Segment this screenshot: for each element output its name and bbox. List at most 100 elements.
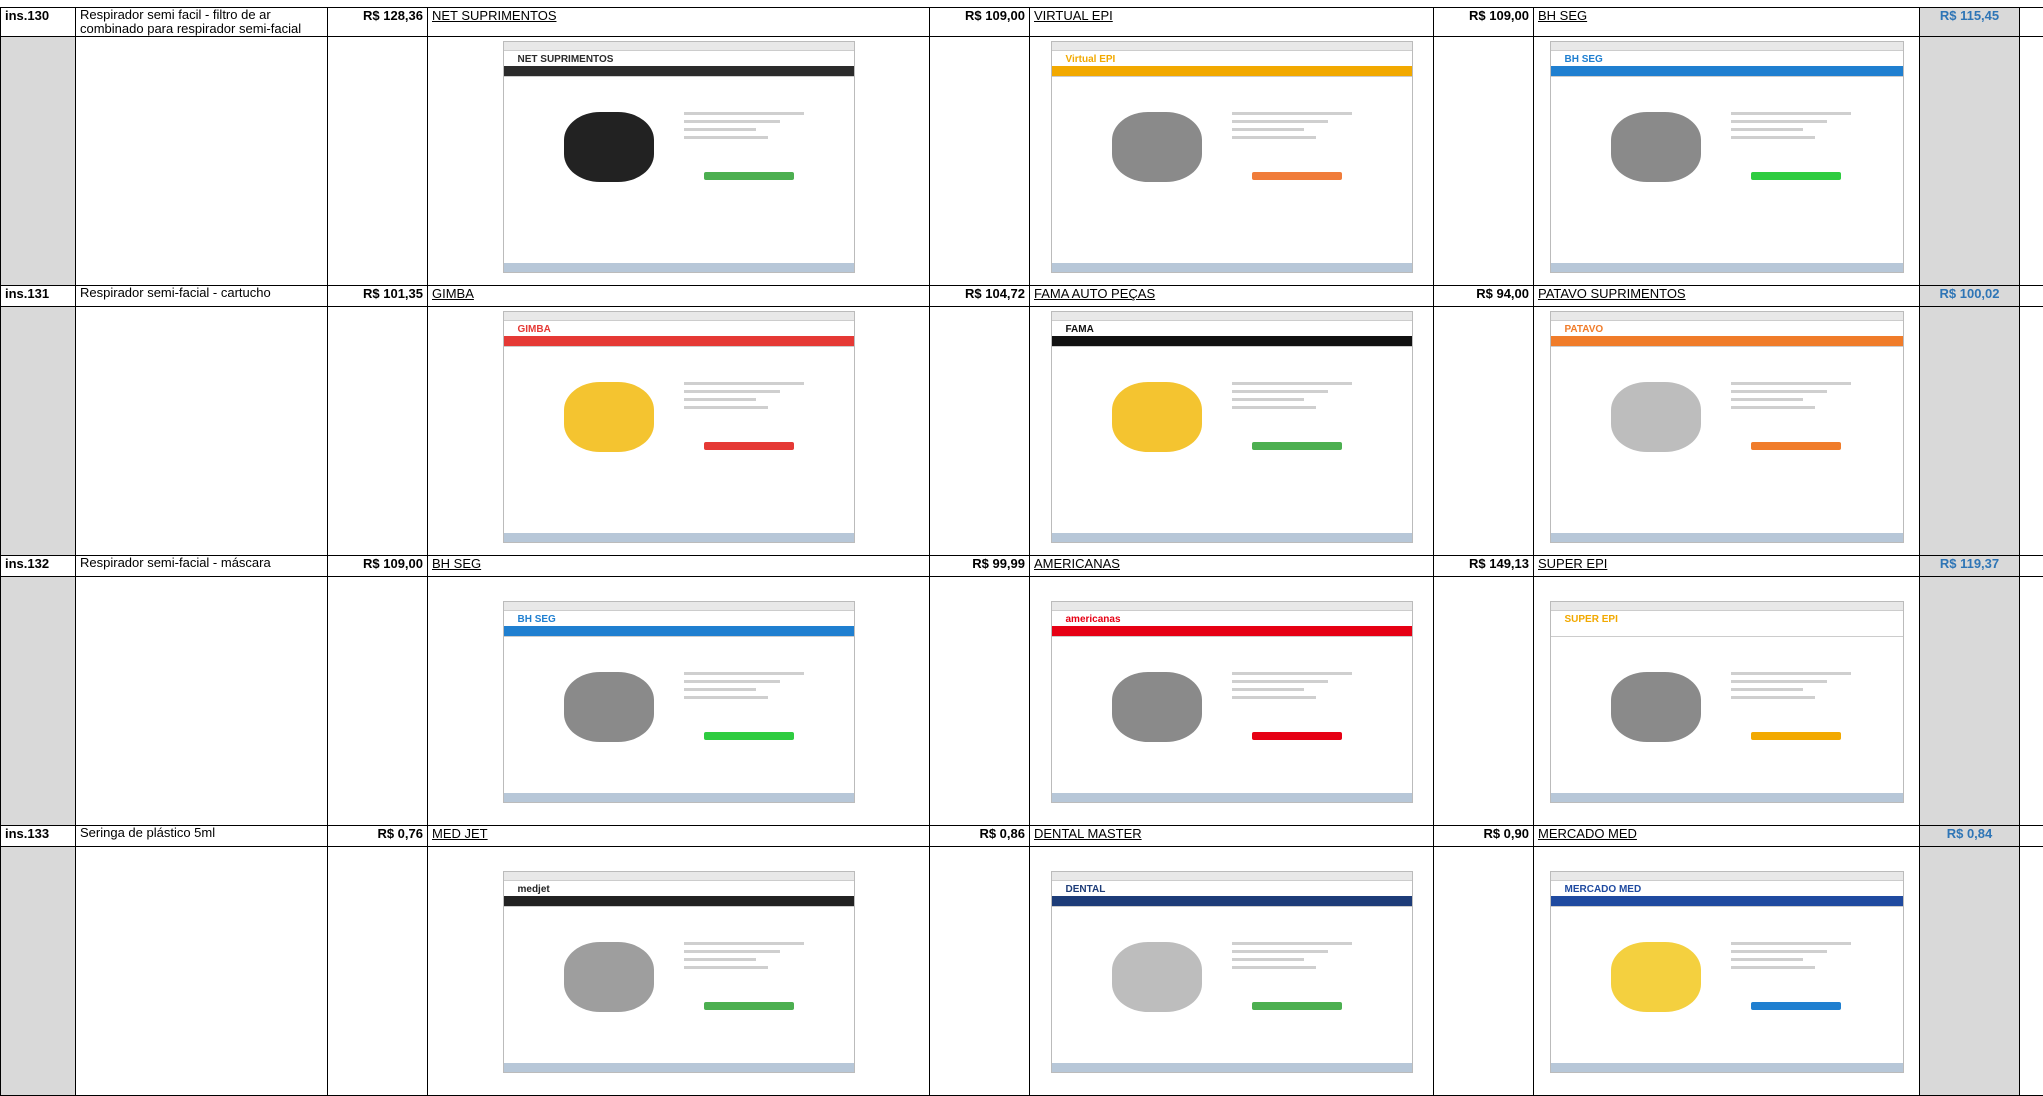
site-logo: Virtual EPI bbox=[1066, 54, 1116, 65]
site-nav-bar bbox=[504, 336, 854, 347]
website-screenshot: Virtual EPI bbox=[1051, 41, 1413, 273]
item-screenshot-row: BH SEG americanas SUPER EPI bbox=[1, 577, 2043, 826]
browser-tab-bar bbox=[1052, 602, 1412, 611]
item-description: Seringa de plástico 5ml bbox=[76, 826, 328, 847]
product-details bbox=[1731, 382, 1851, 414]
average-cell-blank bbox=[1920, 847, 2020, 1096]
unit-cell-blank bbox=[2020, 577, 2043, 826]
quote-price-2: R$ 99,99 bbox=[930, 556, 1030, 577]
site-nav-bar bbox=[1052, 896, 1412, 907]
item-header-row: ins.131Respirador semi-facial - cartucho… bbox=[1, 286, 2043, 307]
site-nav-bar bbox=[1052, 626, 1412, 637]
description-cell-blank bbox=[76, 307, 328, 556]
website-screenshot: americanas bbox=[1051, 601, 1413, 803]
taskbar bbox=[1052, 263, 1412, 272]
site-logo: medjet bbox=[518, 884, 550, 895]
buy-button bbox=[704, 732, 794, 740]
site-logo: FAMA bbox=[1066, 324, 1094, 335]
buy-button bbox=[1751, 172, 1841, 180]
quote-supplier-1: GIMBA bbox=[428, 286, 930, 307]
buy-button bbox=[1252, 732, 1342, 740]
site-logo: DENTAL bbox=[1066, 884, 1106, 895]
buy-button bbox=[1252, 1002, 1342, 1010]
buy-button bbox=[1252, 442, 1342, 450]
website-screenshot: FAMA bbox=[1051, 311, 1413, 543]
code-cell-blank bbox=[1, 37, 76, 286]
description-cell-blank bbox=[76, 37, 328, 286]
average-cell-blank bbox=[1920, 37, 2020, 286]
quote-price-2: R$ 0,86 bbox=[930, 826, 1030, 847]
quote-price-3: R$ 94,00 bbox=[1434, 286, 1534, 307]
buy-button bbox=[704, 1002, 794, 1010]
buy-button bbox=[704, 172, 794, 180]
website-screenshot: PATAVO bbox=[1550, 311, 1904, 543]
product-image bbox=[564, 942, 654, 1012]
site-nav-bar bbox=[504, 66, 854, 77]
product-image bbox=[564, 112, 654, 182]
browser-tab-bar bbox=[1551, 312, 1903, 321]
quote-supplier-1: BH SEG bbox=[428, 556, 930, 577]
supplier-screenshot-cell: PATAVO bbox=[1534, 307, 1920, 556]
product-image bbox=[1112, 382, 1202, 452]
product-image bbox=[564, 382, 654, 452]
site-nav-bar bbox=[1551, 336, 1903, 347]
quote-price-1: R$ 101,35 bbox=[328, 286, 428, 307]
supplier-screenshot-cell: SUPER EPI bbox=[1534, 577, 1920, 826]
taskbar bbox=[1052, 1063, 1412, 1072]
browser-tab-bar bbox=[1052, 42, 1412, 51]
quote-price-1: R$ 0,76 bbox=[328, 826, 428, 847]
site-nav-bar bbox=[1551, 896, 1903, 907]
buy-button bbox=[704, 442, 794, 450]
quote-price-1: R$ 128,36 bbox=[328, 8, 428, 37]
unit-cell-blank bbox=[2020, 307, 2043, 556]
product-details bbox=[1232, 942, 1352, 974]
code-cell-blank bbox=[1, 577, 76, 826]
supplier-screenshot-cell: NET SUPRIMENTOS bbox=[428, 37, 930, 286]
supplier-screenshot-cell: DENTAL bbox=[1030, 847, 1434, 1096]
site-nav-bar bbox=[1052, 66, 1412, 77]
item-code: ins.132 bbox=[1, 556, 76, 577]
price-cell-blank bbox=[328, 847, 428, 1096]
product-details bbox=[684, 672, 804, 704]
price-cell-blank bbox=[1434, 577, 1534, 826]
item-description: Respirador semi facil - filtro de ar com… bbox=[76, 8, 328, 37]
quote-price-3: R$ 109,00 bbox=[1434, 8, 1534, 37]
site-nav-bar bbox=[1551, 626, 1903, 637]
site-logo: MERCADO MED bbox=[1565, 884, 1642, 895]
item-screenshot-row: GIMBA FAMA PATAVO bbox=[1, 307, 2043, 556]
product-details bbox=[684, 942, 804, 974]
product-image bbox=[1611, 382, 1701, 452]
site-logo: GIMBA bbox=[518, 324, 551, 335]
supplier-screenshot-cell: BH SEG bbox=[428, 577, 930, 826]
product-image bbox=[1112, 942, 1202, 1012]
quote-supplier-3: SUPER EPI bbox=[1534, 556, 1920, 577]
site-logo: BH SEG bbox=[1565, 54, 1603, 65]
buy-button bbox=[1751, 732, 1841, 740]
site-logo: BH SEG bbox=[518, 614, 556, 625]
price-cell-blank bbox=[328, 577, 428, 826]
item-description: Respirador semi-facial - cartucho bbox=[76, 286, 328, 307]
site-logo: NET SUPRIMENTOS bbox=[518, 54, 614, 65]
quote-price-2: R$ 104,72 bbox=[930, 286, 1030, 307]
price-cell-blank bbox=[1434, 37, 1534, 286]
price-cell-blank bbox=[1434, 307, 1534, 556]
website-screenshot: NET SUPRIMENTOS bbox=[503, 41, 855, 273]
product-details bbox=[1731, 112, 1851, 144]
unit-cell-blank bbox=[2020, 37, 2043, 286]
item-screenshot-row: medjet DENTAL MERCADO MED bbox=[1, 847, 2043, 1096]
description-cell-blank bbox=[76, 577, 328, 826]
product-image bbox=[564, 672, 654, 742]
product-image bbox=[1611, 942, 1701, 1012]
unit: UN. bbox=[2020, 286, 2043, 307]
price-cell-blank bbox=[930, 577, 1030, 826]
item-header-row: ins.133Seringa de plástico 5mlR$ 0,76MED… bbox=[1, 826, 2043, 847]
product-image bbox=[1611, 672, 1701, 742]
quote-price-3: R$ 149,13 bbox=[1434, 556, 1534, 577]
price-cell-blank bbox=[930, 37, 1030, 286]
website-screenshot: BH SEG bbox=[1550, 41, 1904, 273]
item-screenshot-row: NET SUPRIMENTOS Virtual EPI BH SEG bbox=[1, 37, 2043, 286]
product-image bbox=[1112, 672, 1202, 742]
website-screenshot: medjet bbox=[503, 871, 855, 1073]
taskbar bbox=[1551, 793, 1903, 802]
website-screenshot: DENTAL bbox=[1051, 871, 1413, 1073]
